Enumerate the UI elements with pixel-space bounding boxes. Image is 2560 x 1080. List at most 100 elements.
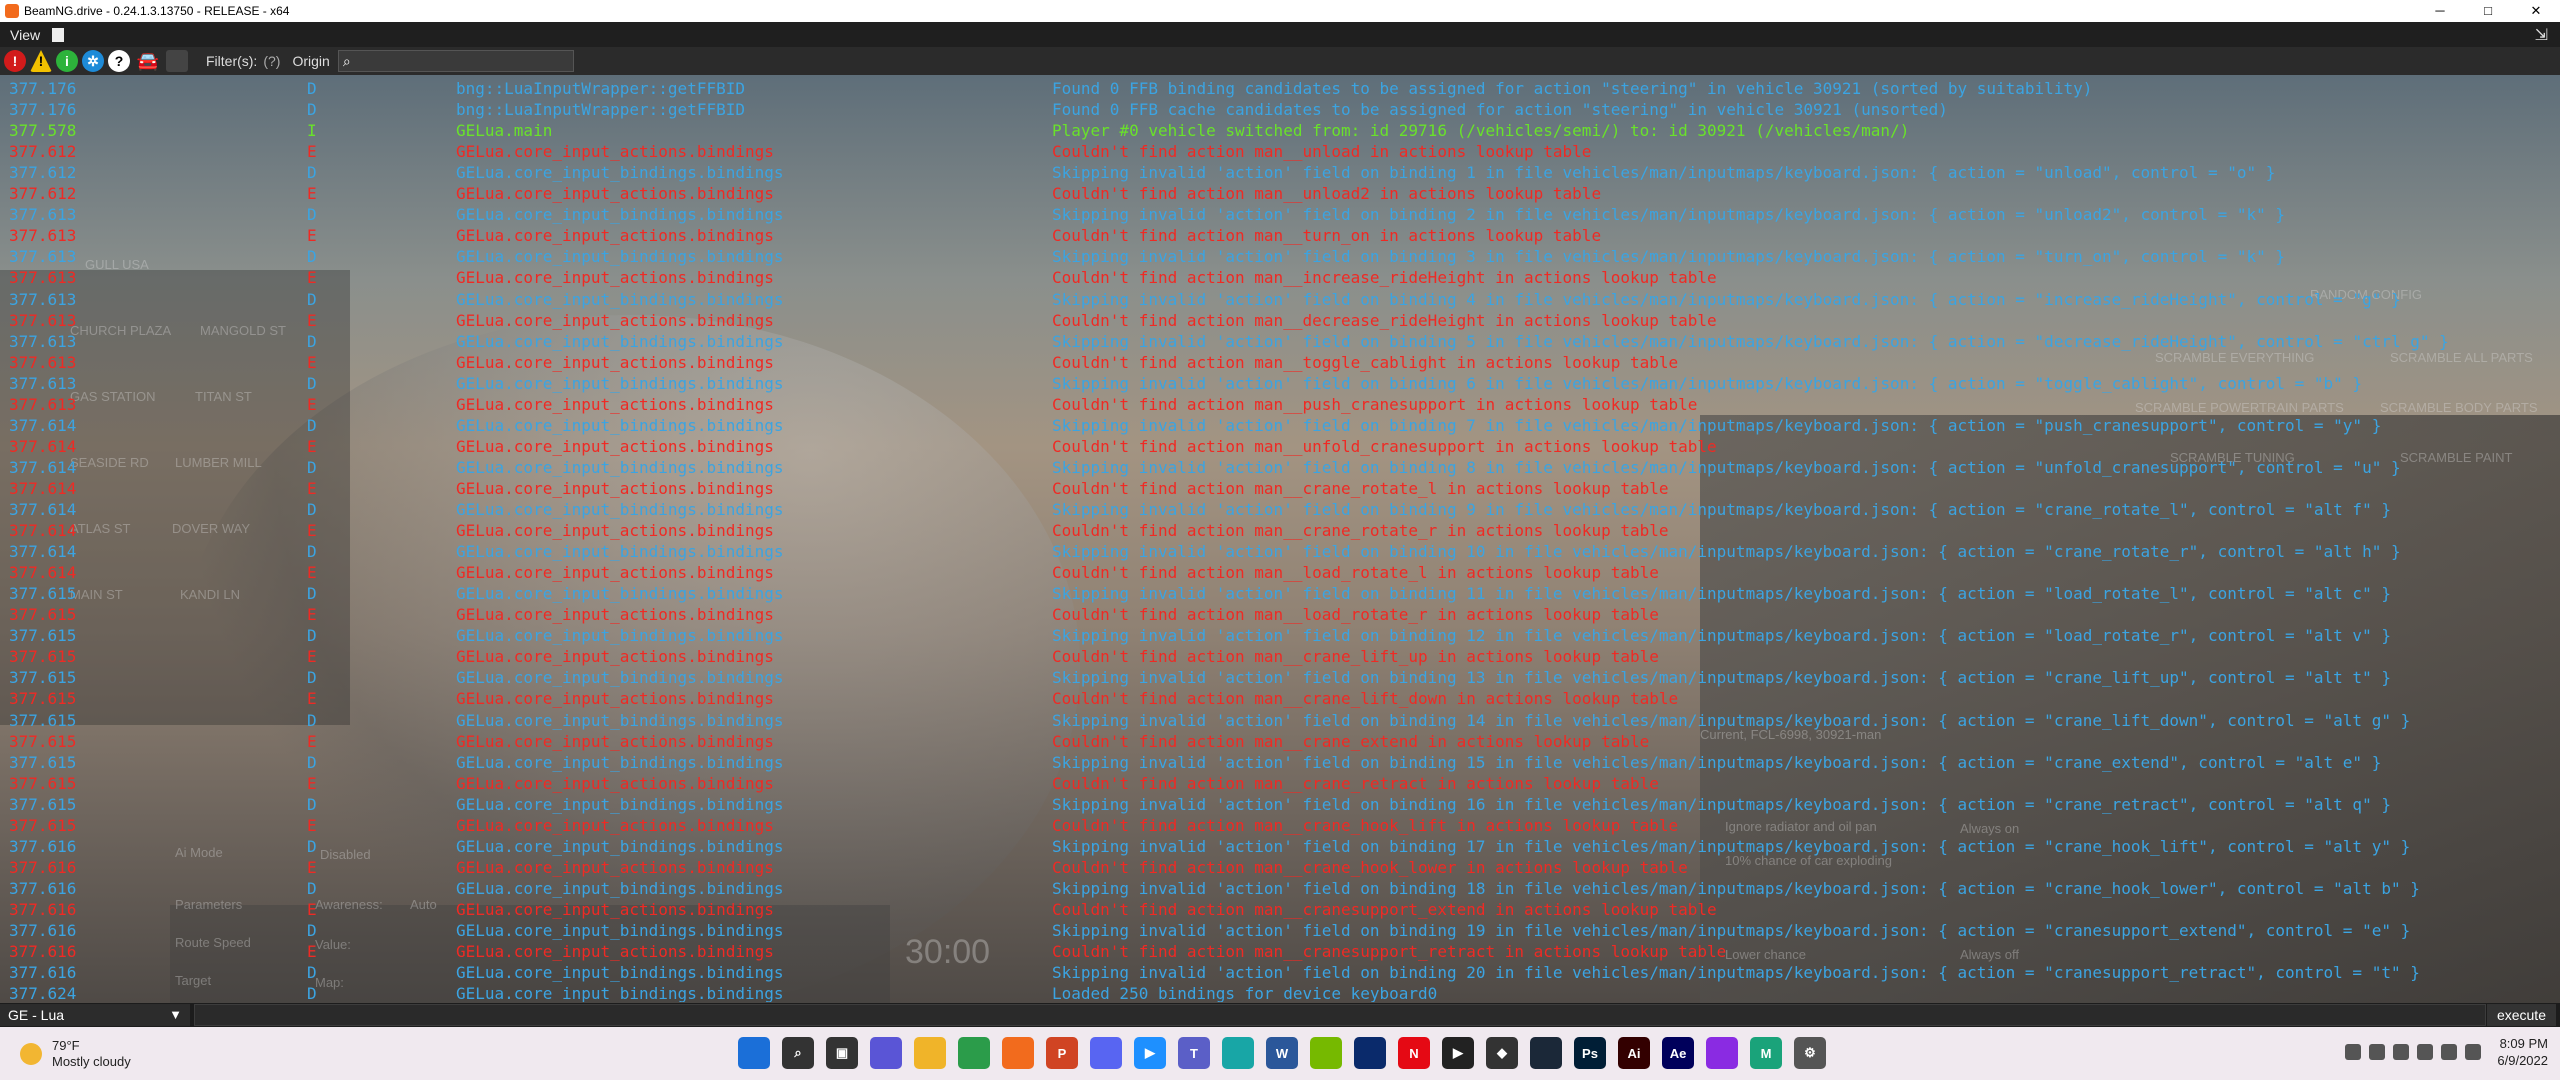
debug-filter-icon[interactable]: ✲ <box>82 50 104 72</box>
tray-app-icon[interactable] <box>2393 1044 2410 1060</box>
log-level: D <box>307 79 317 98</box>
log-origin: GELua.core_input_bindings.bindings <box>456 289 784 309</box>
search-input[interactable]: ⌕ <box>337 50 574 72</box>
trash-icon[interactable] <box>52 27 65 42</box>
log-origin: GELua.core_input_bindings.bindings <box>456 163 784 183</box>
edge-icon[interactable] <box>1222 1037 1254 1069</box>
log-row: 377.614 E GELua.core_input_actions.binding… <box>0 478 2560 499</box>
log-time: 377.176 <box>9 79 77 98</box>
log-level: I <box>307 121 317 141</box>
log-origin: GELua.core_input_actions.bindings <box>456 436 774 456</box>
beamng-logo-icon <box>5 4 19 18</box>
headset-icon[interactable] <box>1706 1037 1738 1069</box>
log-row: 377.616 D GELua.core_input_bindings.bindin… <box>0 962 2560 983</box>
close-button[interactable]: ✕ <box>2512 0 2560 22</box>
log-row: 377.615 E GELua.core_input_actions.binding… <box>0 815 2560 836</box>
battery-icon[interactable] <box>2465 1044 2482 1060</box>
context-select-value: GE - Lua <box>8 1007 65 1023</box>
steam-icon[interactable] <box>1530 1037 1562 1069</box>
unity-icon[interactable]: ◆ <box>1486 1037 1518 1069</box>
after-effects-icon[interactable]: Ae <box>1662 1037 1694 1069</box>
log-row: 377.613 D GELua.core_input_bindings.bindin… <box>0 373 2560 394</box>
vehicle-filter-icon[interactable]: 🚘 <box>134 50 162 72</box>
filters-help[interactable]: (?) <box>263 53 280 69</box>
log-time: 377.613 <box>9 310 77 330</box>
log-time: 377.614 <box>9 457 77 477</box>
log-level: E <box>307 857 317 877</box>
log-level: E <box>307 352 317 372</box>
clock[interactable]: 8:09 PM 6/9/2022 <box>2497 1035 2548 1069</box>
warning-filter-icon[interactable]: ! <box>30 50 52 72</box>
photoshop-icon[interactable]: Ps <box>1574 1037 1606 1069</box>
file-explorer-icon[interactable] <box>914 1037 946 1069</box>
discord-icon[interactable] <box>1090 1037 1122 1069</box>
minimize-button[interactable]: ─ <box>2416 0 2464 22</box>
player-icon[interactable]: ▶ <box>1442 1037 1474 1069</box>
command-input[interactable] <box>194 1004 2486 1026</box>
log-level: E <box>307 310 317 330</box>
log-time: 377.614 <box>9 500 77 519</box>
console-log[interactable]: 377.176 Dbng::LuaInputWrapper::getFFBID Fo… <box>0 78 2560 1002</box>
log-level: E <box>307 142 317 162</box>
start-icon[interactable] <box>738 1037 770 1069</box>
netflix-icon[interactable]: N <box>1398 1037 1430 1069</box>
search-icon[interactable]: ⌕ <box>782 1037 814 1069</box>
log-level: E <box>307 605 317 625</box>
log-time: 377.614 <box>9 542 77 562</box>
volume-icon[interactable] <box>2441 1044 2458 1060</box>
word-icon[interactable]: W <box>1266 1037 1298 1069</box>
system-tray: 8:09 PM 6/9/2022 <box>2345 1035 2548 1069</box>
log-time: 377.614 <box>9 563 77 583</box>
illustrator-icon[interactable]: Ai <box>1618 1037 1650 1069</box>
log-row: 377.176 Dbng::LuaInputWrapper::getFFBID Fo… <box>0 99 2560 120</box>
weather-widget[interactable]: 79°F Mostly cloudy <box>20 1038 131 1070</box>
log-level: D <box>307 373 317 393</box>
powerpoint-icon[interactable]: P <box>1046 1037 1078 1069</box>
log-message: Skipping invalid 'action' field on bindi… <box>1052 584 2391 604</box>
log-time: 377.616 <box>9 899 77 919</box>
log-time: 377.613 <box>9 331 77 351</box>
log-level: E <box>307 436 317 456</box>
log-row: 377.615 D GELua.core_input_bindings.bindin… <box>0 794 2560 815</box>
task-view-icon[interactable]: ▣ <box>826 1037 858 1069</box>
disney-icon[interactable] <box>1354 1037 1386 1069</box>
view-menu[interactable]: View <box>0 27 50 43</box>
execute-button[interactable]: execute <box>2486 1004 2556 1026</box>
maps-icon[interactable]: M <box>1750 1037 1782 1069</box>
info-filter-icon[interactable]: i <box>56 50 78 72</box>
teams-icon[interactable]: T <box>1178 1037 1210 1069</box>
log-level: D <box>307 247 317 267</box>
media-icon[interactable]: ▶ <box>1134 1037 1166 1069</box>
help-icon[interactable]: ? <box>108 50 130 72</box>
log-row: 377.613 E GELua.core_input_actions.binding… <box>0 225 2560 246</box>
log-message: Skipping invalid 'action' field on bindi… <box>1052 457 2401 477</box>
context-select[interactable]: GE - Lua ▼ <box>0 1004 190 1026</box>
log-level: D <box>307 500 317 519</box>
log-level: E <box>307 184 317 204</box>
log-time: 377.612 <box>9 163 77 183</box>
chrome-icon[interactable] <box>958 1037 990 1069</box>
terminal-filter-icon[interactable] <box>166 50 188 72</box>
log-origin: GELua.core_input_actions.bindings <box>456 605 774 625</box>
log-origin: GELua.core_input_bindings.bindings <box>456 247 784 267</box>
log-row: 377.615 D GELua.core_input_bindings.bindin… <box>0 752 2560 773</box>
log-message: Skipping invalid 'action' field on bindi… <box>1052 373 2363 393</box>
tray-app-icon[interactable] <box>2369 1044 2386 1060</box>
nvidia-icon[interactable] <box>1310 1037 1342 1069</box>
expand-icon[interactable]: ⇲ <box>2535 25 2548 45</box>
wifi-icon[interactable] <box>2417 1044 2434 1060</box>
beamng-icon[interactable] <box>1002 1037 1034 1069</box>
log-origin: GELua.core_input_actions.bindings <box>456 184 774 204</box>
log-origin: GELua.core_input_actions.bindings <box>456 142 774 162</box>
log-level: D <box>307 584 317 604</box>
maximize-button[interactable]: □ <box>2464 0 2512 22</box>
chat-icon[interactable] <box>870 1037 902 1069</box>
settings-icon[interactable]: ⚙ <box>1794 1037 1826 1069</box>
log-row: 377.616 E GELua.core_input_actions.binding… <box>0 857 2560 878</box>
tray-chevron-icon[interactable] <box>2345 1044 2362 1060</box>
error-filter-icon[interactable]: ! <box>4 50 26 72</box>
log-time: 377.615 <box>9 731 77 751</box>
log-row: 377.613 D GELua.core_input_bindings.bindin… <box>0 331 2560 352</box>
log-row: 377.613 D GELua.core_input_bindings.bindin… <box>0 289 2560 310</box>
log-origin: GELua.core_input_bindings.bindings <box>456 984 784 1002</box>
